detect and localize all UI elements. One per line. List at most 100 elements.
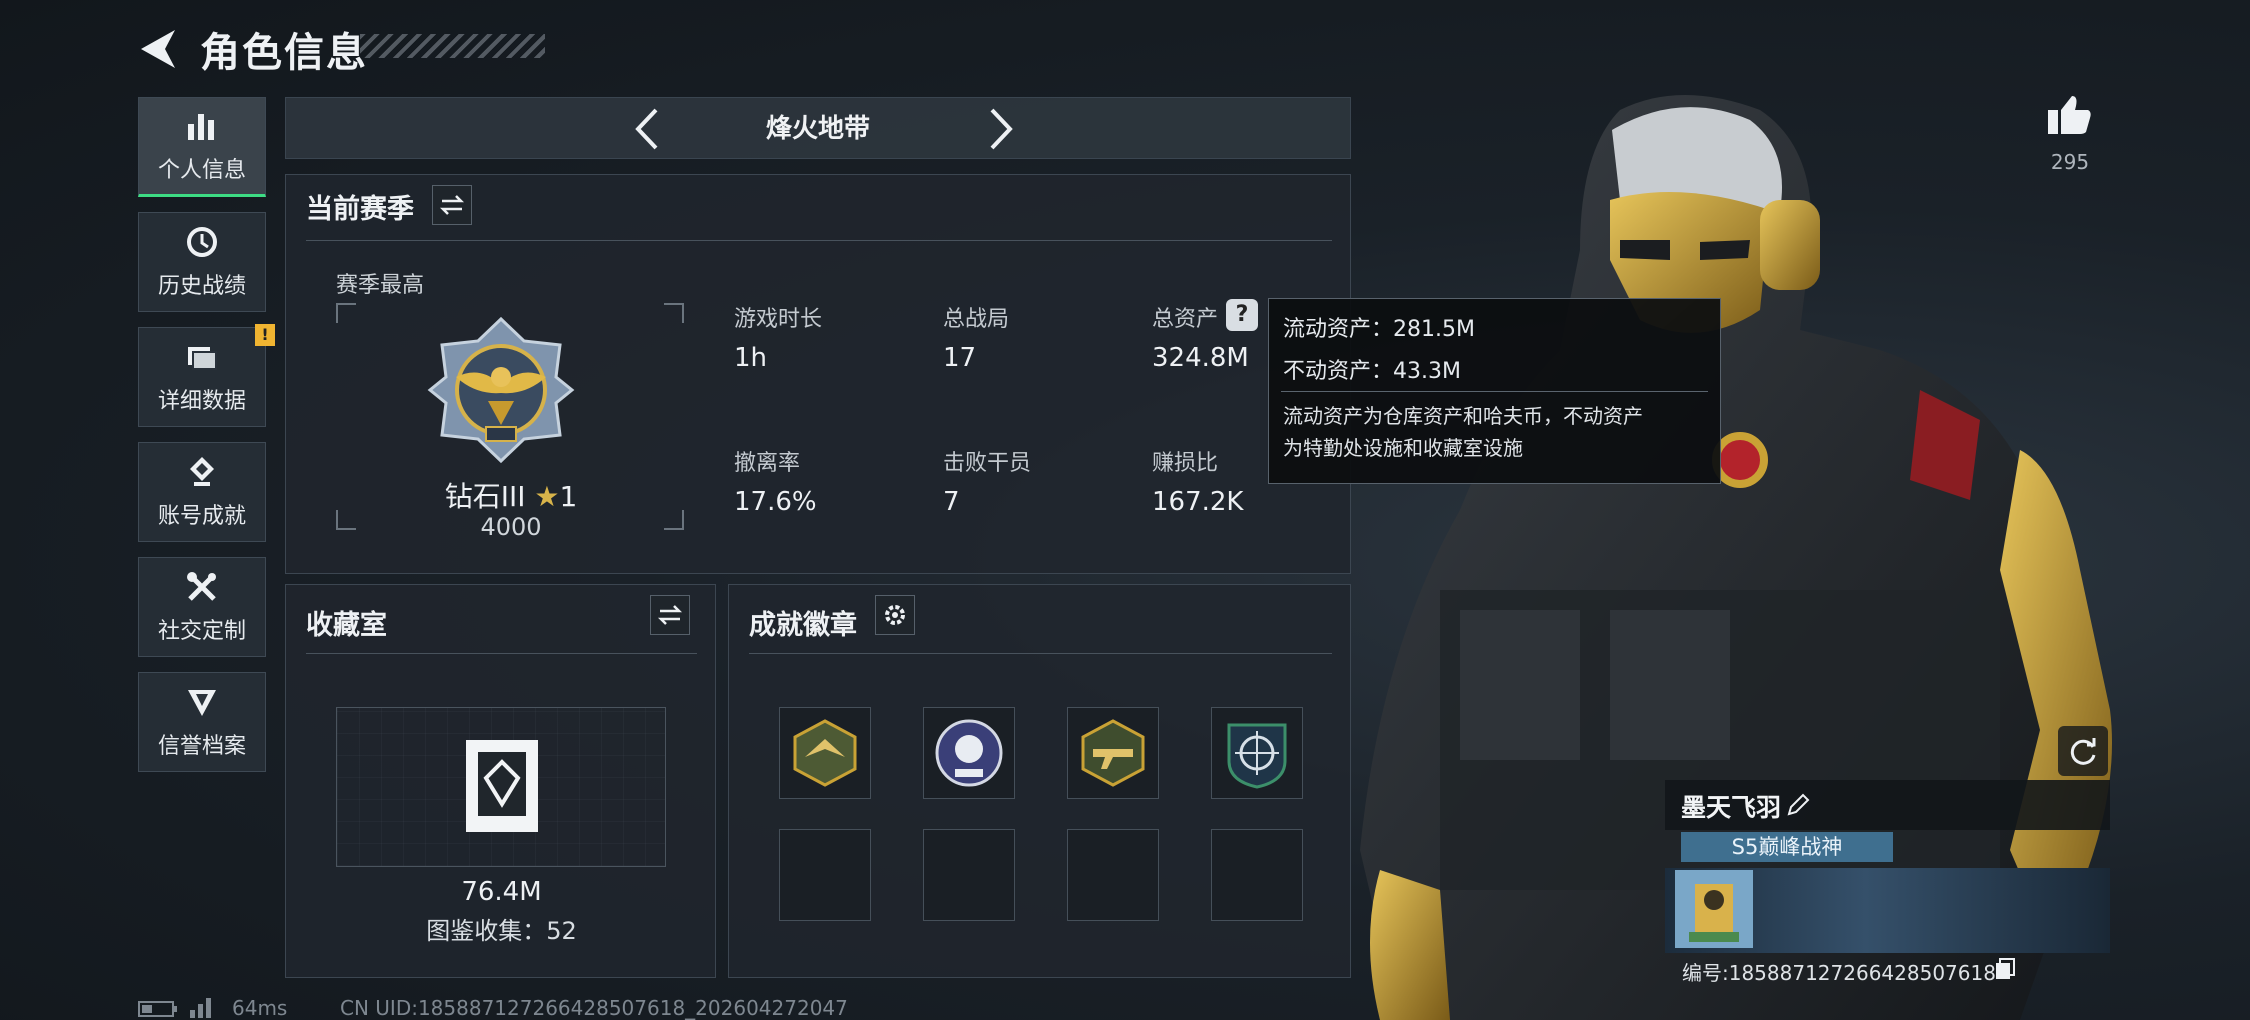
collection-count: 图鉴收集：52: [426, 917, 577, 945]
page-title: 角色信息: [200, 30, 368, 76]
tooltip-note-line: 流动资产为仓库资产和哈夫币，不动资产: [1283, 404, 1643, 428]
frame-corner: [664, 303, 684, 323]
stat-value: 324.8M: [1152, 343, 1249, 373]
stat-label: 游戏时长: [734, 307, 823, 332]
refresh-button[interactable]: [2058, 726, 2108, 776]
vault-icon: [466, 740, 538, 832]
refresh-icon: [2070, 738, 2096, 765]
assets-tooltip: 流动资产：281.5M 不动资产：43.3M 流动资产为仓库资产和哈夫币，不动资…: [1268, 298, 1721, 484]
stat-value: 17: [943, 343, 977, 373]
swap-icon: [657, 605, 683, 625]
stat-label: 总资产: [1152, 307, 1219, 332]
sidebar-item-label: 账号成就: [157, 504, 246, 529]
stat-label: 总战局: [943, 307, 1010, 332]
sidebar-item-social[interactable]: 社交定制: [138, 557, 266, 657]
badge-slot[interactable]: [923, 707, 1015, 799]
battery-icon: [138, 1001, 177, 1017]
stat-label: 赚损比: [1152, 451, 1219, 476]
empty-badge-slot[interactable]: [1067, 829, 1159, 921]
title-decoration: [360, 34, 545, 58]
rank-points: 4000: [480, 513, 542, 541]
history-icon: [187, 227, 217, 257]
back-arrow-icon[interactable]: [135, 26, 181, 72]
divider: [306, 240, 1332, 241]
empty-badge-slot[interactable]: [923, 829, 1015, 921]
tooltip-note-line: 为特勤处设施和收藏室设施: [1283, 436, 1523, 460]
stat-value: 1h: [734, 343, 768, 373]
sidebar-item-label: 历史战绩: [157, 274, 246, 299]
thumbs-up-icon[interactable]: [2046, 92, 2092, 138]
empty-badge-slot[interactable]: [779, 829, 871, 921]
tools-icon: [187, 572, 216, 601]
stat-label: 撤离率: [734, 451, 801, 476]
edit-pencil-icon[interactable]: [1785, 792, 1811, 818]
badge-slot[interactable]: [1211, 707, 1303, 799]
swap-season-button[interactable]: [432, 185, 472, 225]
collection-value: 76.4M: [461, 877, 542, 907]
divider: [306, 653, 697, 654]
rank-emblem-icon: [427, 316, 575, 464]
sidebar-item-personal-info[interactable]: 个人信息: [138, 97, 266, 197]
star-icon: ★: [534, 480, 560, 513]
sidebar-item-detailed-data[interactable]: 详细数据 !: [138, 324, 275, 427]
folder-icon: [188, 347, 217, 370]
like-count: 295: [2050, 150, 2090, 174]
gear-icon: [885, 605, 905, 625]
divider: [1281, 391, 1708, 392]
empty-badge-slot[interactable]: [1211, 829, 1303, 921]
achievement-badges-panel: 成就徽章: [728, 584, 1351, 978]
swap-icon: [439, 195, 465, 215]
player-id: 编号:18588712726642850​7618: [1682, 961, 1996, 985]
player-name: 墨天飞羽: [1681, 793, 1782, 822]
panel-title: 成就徽章: [749, 610, 857, 641]
badge-settings-button[interactable]: [875, 595, 915, 635]
rank-title: 钻石III ★1: [336, 475, 686, 515]
rank-name: 钻石III: [444, 480, 526, 513]
sidebar-item-label: 详细数据: [157, 389, 246, 414]
frame-corner: [336, 303, 356, 323]
panel-title: 收藏室: [306, 610, 387, 641]
sidebar-item-label: 信誉档案: [157, 734, 246, 759]
bar-chart-icon: [188, 114, 214, 140]
next-mode-arrow-icon[interactable]: [976, 106, 1022, 152]
panel-title: 当前赛季: [306, 194, 414, 225]
sidebar-item-achievements[interactable]: 账号成就: [138, 442, 266, 542]
rank-stars: 1: [559, 480, 578, 513]
tooltip-liquid-assets: 流动资产：281.5M: [1283, 317, 1475, 342]
signal-icon: [190, 998, 211, 1018]
help-icon[interactable]: ?: [1226, 299, 1258, 331]
badge-slot[interactable]: [779, 707, 871, 799]
stat-value: 167.2K: [1152, 487, 1244, 517]
collection-preview: [336, 707, 666, 867]
copy-icon[interactable]: [1994, 957, 2016, 981]
previous-mode-arrow-icon[interactable]: [626, 106, 672, 152]
badge-slot[interactable]: [1067, 707, 1159, 799]
alert-badge: !: [255, 324, 275, 346]
mode-selector: 烽火地带: [285, 97, 1351, 159]
collection-panel[interactable]: 收藏室 76.4M 图鉴收集：52: [285, 584, 716, 978]
current-season-panel: 当前赛季 赛季最高 钻石III ★1 4000 游戏时长 1h 总战局 17 总…: [285, 174, 1351, 574]
sidebar-item-label: 社交定制: [157, 619, 246, 644]
swap-collection-button[interactable]: [650, 595, 690, 635]
achievement-icon: [190, 457, 214, 486]
gun-badge-icon: [1081, 719, 1145, 787]
reputation-icon: [188, 690, 216, 716]
ping-value: 64ms: [232, 996, 288, 1020]
uid-text: CN UID:18588712726642850​7618_2026042720…: [340, 996, 848, 1020]
stat-label: 击败干员: [943, 451, 1032, 476]
mode-title: 烽火地带: [765, 114, 870, 144]
sidebar-item-label: 个人信息: [157, 158, 246, 183]
sidebar-item-history[interactable]: 历史战绩: [138, 212, 266, 312]
skull-badge-icon: [935, 719, 1003, 787]
player-name-card: 墨天飞羽 S5巅峰战神: [1665, 780, 2110, 955]
stat-value: 7: [943, 487, 960, 517]
sidebar-item-reputation[interactable]: 信誉档案: [138, 672, 266, 772]
divider: [749, 653, 1332, 654]
tooltip-fixed-assets: 不动资产：43.3M: [1283, 359, 1461, 384]
stat-value: 17.6%: [734, 487, 817, 517]
target-badge-icon: [1227, 723, 1287, 789]
winged-badge-icon: [793, 719, 857, 787]
avatar[interactable]: [1675, 870, 1753, 948]
player-title: S5巅峰战神: [1681, 832, 1893, 862]
season-best-label: 赛季最高: [336, 273, 425, 298]
